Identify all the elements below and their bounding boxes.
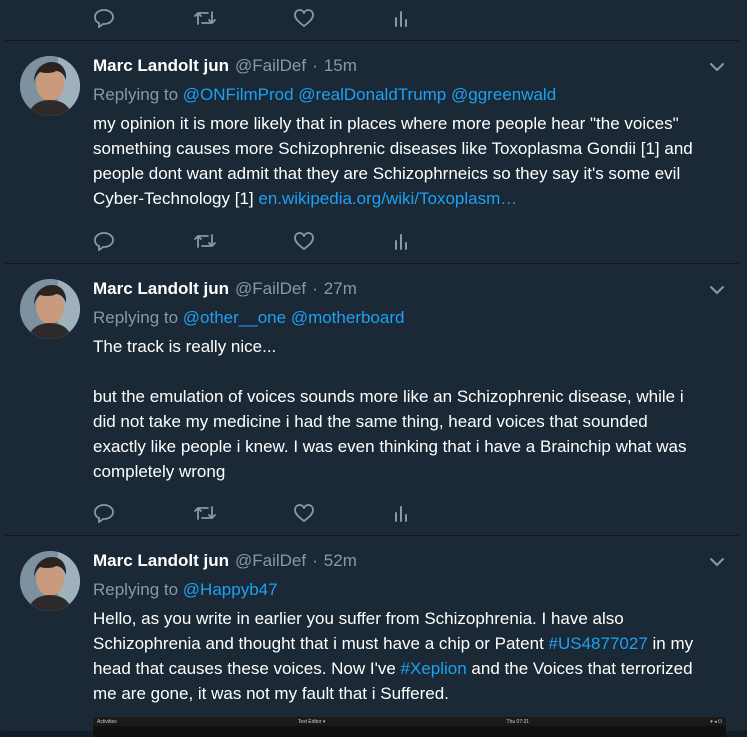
tweet-text: The track is really nice... but the emul… [93, 334, 733, 484]
replying-to-label: Replying to [93, 85, 179, 104]
retweet-button[interactable] [193, 6, 293, 30]
chevron-down-icon [710, 63, 724, 71]
hashtag-link[interactable]: #US4877027 [549, 634, 648, 653]
retweet-button[interactable] [193, 501, 293, 525]
retweet-icon [194, 506, 216, 520]
author-handle[interactable]: @FailDef [235, 551, 306, 571]
replying-to: Replying to @Happyb47 [93, 580, 278, 600]
mention-link[interactable]: @ggreenwald [451, 85, 556, 104]
reply-icon [94, 504, 114, 523]
tweet-line: but the emulation of voices sounds more … [93, 387, 684, 406]
tweet-2[interactable]: Marc Landolt jun @FailDef · 27m Replying… [5, 263, 739, 535]
mention-link[interactable]: @motherboard [291, 308, 405, 327]
avatar[interactable] [20, 56, 80, 116]
author-handle[interactable]: @FailDef [235, 279, 306, 299]
tweet-3[interactable]: Marc Landolt jun @FailDef · 52m Replying… [5, 535, 739, 737]
like-button[interactable] [293, 229, 393, 253]
replying-to: Replying to @ONFilmProd @realDonaldTrump… [93, 85, 556, 105]
avatar[interactable] [20, 551, 80, 611]
tweet-actions [93, 501, 493, 525]
like-button[interactable] [293, 6, 393, 30]
separator: · [312, 56, 318, 75]
analytics-button[interactable] [393, 501, 493, 525]
tweet-line: Cyber-Technology [1] en.wikipedia.org/wi… [93, 186, 733, 211]
reply-button[interactable] [93, 229, 193, 253]
tweet-header: Marc Landolt jun @FailDef · 15m [93, 56, 357, 78]
tweet-line: exactly like people i knew. I was even t… [93, 437, 687, 456]
author-name[interactable]: Marc Landolt jun [93, 56, 229, 76]
analytics-icon [395, 234, 407, 250]
timestamp[interactable]: 15m [324, 56, 357, 76]
tweet-line-text: in my [647, 634, 694, 653]
analytics-icon [395, 506, 407, 522]
reply-button[interactable] [93, 501, 193, 525]
author-name[interactable]: Marc Landolt jun [93, 279, 229, 299]
tweet-menu-button[interactable] [709, 554, 725, 572]
tweet-line: me are gone, it was not my fault that i … [93, 684, 449, 703]
tweet-actions [93, 229, 493, 253]
heart-icon [294, 504, 314, 522]
timestamp[interactable]: 52m [324, 551, 357, 571]
screenshot-clock: Thu 07:31 [506, 718, 530, 725]
tweet-line-text: head that causes these voices. Now I've [93, 659, 401, 678]
url-link[interactable]: en.wikipedia.org/wiki/Toxoplasm… [258, 189, 517, 208]
reply-button[interactable] [93, 6, 193, 30]
separator: · [312, 551, 318, 570]
hashtag-link[interactable]: #Xeplion [401, 659, 467, 678]
tweet-line: people dont want admit that they are Sch… [93, 164, 681, 183]
tweet-line: completely wrong [93, 462, 226, 481]
heart-icon [294, 9, 314, 27]
tweet-line: The track is really nice... [93, 337, 277, 356]
retweet-button[interactable] [193, 229, 293, 253]
replying-to: Replying to @other__one @motherboard [93, 308, 404, 328]
separator: · [312, 279, 318, 298]
analytics-button[interactable] [393, 229, 493, 253]
timestamp[interactable]: 27m [324, 279, 357, 299]
previous-tweet-actions [93, 6, 493, 30]
tweet-line: my opinion it is more likely that in pla… [93, 114, 679, 133]
chevron-down-icon [710, 558, 724, 566]
tweet-line: Hello, as you write in earlier you suffe… [93, 609, 624, 628]
reply-icon [94, 9, 114, 28]
author-name[interactable]: Marc Landolt jun [93, 551, 229, 571]
chevron-down-icon [710, 286, 724, 294]
analytics-button[interactable] [393, 6, 493, 30]
screenshot-top-bar: Activities Text Editor ▾ Thu 07:31 ▾ ◂ ⏻ [93, 717, 726, 726]
tweet-line: did not take my medicine i had the same … [93, 412, 648, 431]
tweet-line-text: Schizophrenia and thought that i must ha… [93, 634, 549, 653]
mention-link[interactable]: @other__one [183, 308, 286, 327]
screenshot-tray-icons: ▾ ◂ ⏻ [710, 718, 722, 725]
attached-screenshot[interactable]: Activities Text Editor ▾ Thu 07:31 ▾ ◂ ⏻ [93, 717, 726, 737]
retweet-icon [194, 234, 216, 248]
screenshot-app-name: Text Editor ▾ [297, 718, 326, 725]
tweet-menu-button[interactable] [709, 59, 725, 77]
replying-to-label: Replying to [93, 580, 179, 599]
tweet-line-text: and the Voices that terrorized [466, 659, 693, 678]
tweet-1[interactable]: Marc Landolt jun @FailDef · 15m Replying… [5, 40, 739, 263]
replying-to-label: Replying to [93, 308, 179, 327]
tweet-line-text: Cyber-Technology [1] [93, 189, 259, 208]
mention-link[interactable]: @realDonaldTrump [298, 85, 446, 104]
tweet-header: Marc Landolt jun @FailDef · 27m [93, 279, 357, 301]
retweet-icon [194, 11, 216, 25]
reply-icon [94, 232, 114, 251]
tweet-line: head that causes these voices. Now I've … [93, 656, 733, 681]
screenshot-activities: Activities [97, 718, 117, 725]
avatar[interactable] [20, 279, 80, 339]
tweet-text: my opinion it is more likely that in pla… [93, 111, 733, 211]
timeline: Marc Landolt jun @FailDef · 15m Replying… [0, 0, 747, 737]
tweet-line: Schizophrenia and thought that i must ha… [93, 631, 733, 656]
like-button[interactable] [293, 501, 393, 525]
mention-link[interactable]: @ONFilmProd [183, 85, 294, 104]
heart-icon [294, 232, 314, 250]
tweet-text: Hello, as you write in earlier you suffe… [93, 606, 733, 706]
tweet-header: Marc Landolt jun @FailDef · 52m [93, 551, 357, 573]
mention-link[interactable]: @Happyb47 [183, 580, 278, 599]
tweet-line: something causes more Schizophrenic dise… [93, 139, 693, 158]
analytics-icon [395, 11, 407, 27]
author-handle[interactable]: @FailDef [235, 56, 306, 76]
tweet-menu-button[interactable] [709, 282, 725, 300]
